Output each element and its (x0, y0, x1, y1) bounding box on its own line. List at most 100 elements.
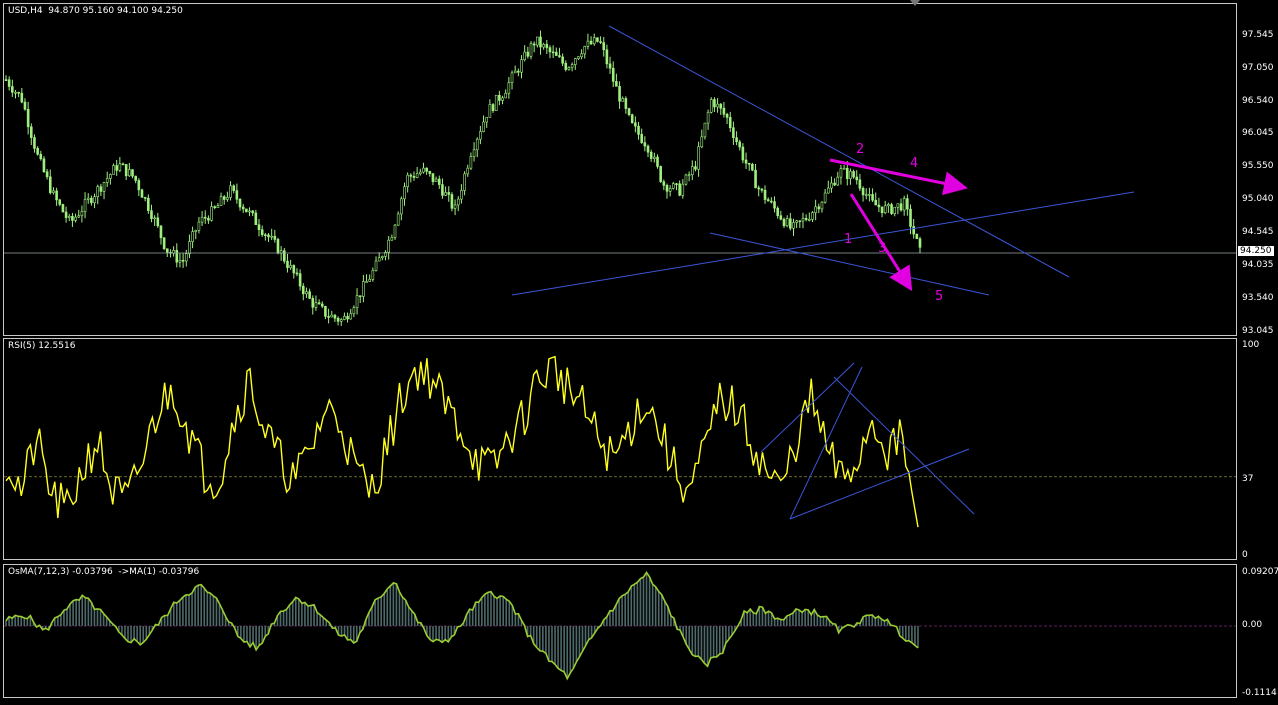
price-candle (618, 81, 621, 109)
rsi-trendline-d (789, 448, 970, 520)
price-candle (26, 101, 30, 135)
chart-shift-marker-icon[interactable] (910, 0, 920, 6)
price-chart-canvas[interactable]: 1 2 3 4 5 (4, 4, 1237, 336)
price-candle (273, 229, 277, 243)
price-candle (526, 46, 530, 59)
price-candle (779, 210, 783, 221)
price-candle (67, 213, 71, 222)
price-tick-label: 95.550 (1242, 161, 1274, 171)
wave-label-5: 5 (935, 289, 943, 304)
price-candle (415, 166, 419, 179)
price-candle (580, 49, 583, 60)
price-candle (510, 70, 514, 90)
price-candle (678, 180, 681, 197)
price-candle (184, 249, 188, 267)
price-candle (570, 62, 574, 72)
price-candle (99, 183, 103, 196)
price-candle (773, 196, 776, 213)
price-candle (820, 201, 824, 213)
osma-canvas[interactable] (4, 565, 1237, 698)
price-candle (181, 252, 185, 268)
rsi-trendline-a (760, 362, 855, 453)
price-candle (785, 215, 789, 228)
price-candle (428, 170, 432, 177)
price-candle (583, 45, 587, 59)
wave-label-1: 1 (844, 232, 852, 247)
price-candle (39, 150, 43, 161)
price-candle (264, 232, 267, 241)
rsi-title: RSI(5) 12.5516 (8, 341, 76, 351)
price-candle (482, 115, 485, 133)
price-candle (608, 56, 612, 74)
osma-indicator-pane[interactable]: OsMA(7,12,3) -0.03796 ->MA(1) -0.03796 (3, 564, 1237, 698)
rsi-indicator-pane[interactable]: RSI(5) 12.5516 (3, 338, 1237, 560)
price-candle (169, 249, 172, 258)
price-candle (880, 206, 884, 218)
price-tick-label: 96.045 (1242, 128, 1274, 138)
osma-tick-label: 0.09207 (1242, 567, 1278, 577)
price-chart-pane[interactable]: USD,H4 94.870 95.160 94.100 94.250 1 2 3 4 5 (3, 3, 1237, 336)
wave-label-3: 3 (878, 241, 886, 256)
price-candle (564, 60, 568, 72)
price-candle (766, 197, 770, 202)
price-candle (738, 139, 742, 151)
price-candle (709, 97, 713, 114)
price-candle (472, 142, 476, 162)
price-candle (700, 129, 704, 149)
price-candle (479, 125, 482, 145)
price-candle (150, 204, 153, 223)
price-candle (596, 37, 599, 43)
rsi-canvas[interactable] (4, 339, 1237, 560)
price-candle (801, 212, 805, 229)
price-candle (747, 162, 751, 171)
price-candle (751, 162, 754, 172)
price-candle (469, 152, 473, 171)
price-candle (226, 191, 229, 202)
price-candle (624, 96, 628, 114)
price-candle (305, 287, 308, 298)
price-candle (494, 94, 498, 111)
price-candle (883, 200, 887, 215)
price-candle (498, 90, 501, 106)
price-candle (741, 143, 745, 164)
price-candle (317, 299, 321, 305)
price-candle (200, 211, 204, 227)
price-candle (890, 202, 893, 215)
price-candle (23, 98, 27, 111)
price-candle (690, 160, 694, 181)
price-candle (238, 198, 242, 211)
price-candle (842, 164, 846, 170)
price-tick-label: 97.545 (1242, 30, 1274, 40)
price-candle (437, 175, 441, 189)
price-candle (365, 274, 368, 283)
price-candle (232, 184, 236, 194)
price-candle (513, 65, 517, 74)
price-candle (80, 205, 84, 223)
price-tick-label: 97.050 (1242, 63, 1274, 73)
rsi-tick-label: 37 (1242, 474, 1254, 484)
price-candle (431, 173, 435, 186)
price-candle (858, 173, 862, 192)
price-tick-label: 95.040 (1242, 194, 1274, 204)
price-candle (377, 252, 381, 262)
price-tick-label: 94.035 (1242, 260, 1274, 270)
price-candle (216, 203, 220, 208)
price-candle (333, 313, 337, 322)
price-tick-label: 94.545 (1242, 227, 1274, 237)
price-candle (630, 113, 634, 124)
price-candle (203, 210, 207, 224)
price-candle (659, 165, 662, 184)
price-candle (792, 218, 795, 236)
price-candle (637, 121, 640, 140)
price-candle (874, 192, 878, 206)
price-candle (450, 192, 454, 212)
price-candle (83, 192, 87, 219)
price-candle (456, 196, 460, 212)
price-candle (207, 215, 210, 224)
price-candle (241, 203, 245, 213)
price-candle (861, 186, 865, 202)
price-candle (48, 169, 52, 195)
price-candle (270, 228, 273, 240)
price-candle (684, 173, 688, 186)
price-candle (105, 171, 109, 188)
